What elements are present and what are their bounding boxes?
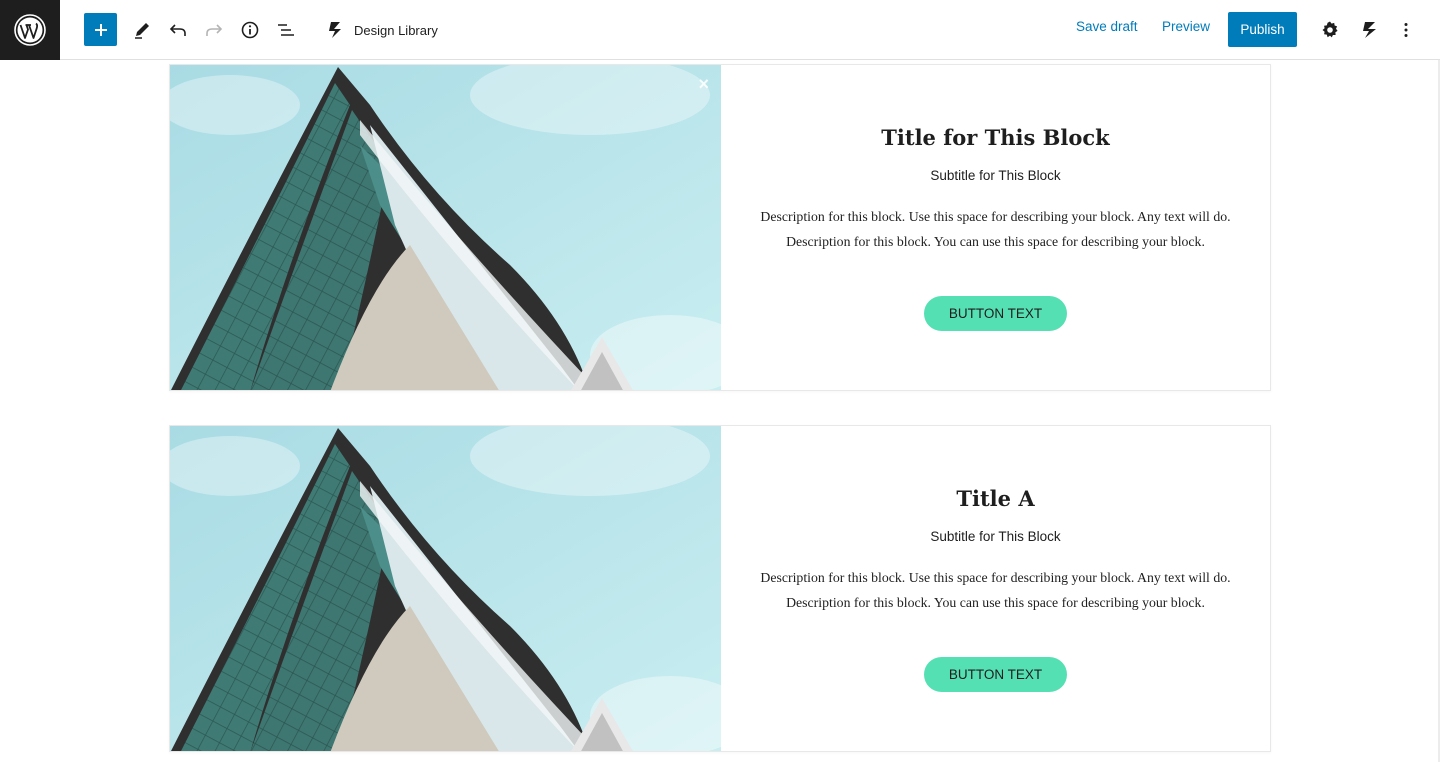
feature-block[interactable]: × Title for This Block Subtitle for This…: [169, 64, 1271, 391]
block-button[interactable]: BUTTON TEXT: [924, 296, 1067, 331]
redo-icon: [205, 23, 222, 36]
design-library-label: Design Library: [354, 22, 438, 38]
feature-image: [170, 426, 721, 751]
settings-button[interactable]: [1313, 13, 1346, 46]
stackable-icon: [1362, 21, 1376, 38]
feature-image: ×: [170, 65, 721, 390]
save-draft-button[interactable]: Save draft: [1076, 19, 1138, 34]
building-image: [170, 426, 721, 751]
editor-toolbar: Design Library Save draft Preview Publis…: [0, 0, 1440, 60]
gear-icon: [1322, 21, 1338, 37]
design-library-icon: [329, 22, 341, 38]
pencil-icon: [134, 22, 149, 39]
details-button[interactable]: [233, 13, 266, 46]
block-button[interactable]: BUTTON TEXT: [924, 657, 1067, 692]
block-description[interactable]: Description for this block. Use this spa…: [751, 565, 1240, 615]
undo-icon: [169, 23, 186, 36]
block-title[interactable]: Title A: [721, 486, 1270, 511]
design-library-button[interactable]: Design Library: [326, 15, 438, 45]
info-icon: [241, 21, 258, 38]
stackable-button[interactable]: [1353, 13, 1386, 46]
block-description[interactable]: Description for this block. Use this spa…: [751, 204, 1240, 254]
list-view-icon: [277, 23, 294, 36]
block-subtitle[interactable]: Subtitle for This Block: [721, 168, 1270, 183]
plus-icon: [94, 23, 107, 36]
feature-content: Title A Subtitle for This Block Descript…: [721, 426, 1270, 751]
publish-button[interactable]: Publish: [1228, 12, 1297, 47]
redo-button[interactable]: [197, 13, 230, 46]
preview-button[interactable]: Preview: [1162, 19, 1210, 34]
block-subtitle[interactable]: Subtitle for This Block: [721, 529, 1270, 544]
close-icon[interactable]: ×: [698, 75, 709, 93]
wordpress-logo[interactable]: [0, 0, 60, 60]
undo-button[interactable]: [161, 13, 194, 46]
edit-tool-button[interactable]: [125, 13, 158, 46]
building-image: [170, 65, 721, 390]
feature-content: Title for This Block Subtitle for This B…: [721, 65, 1270, 390]
block-title[interactable]: Title for This Block: [721, 125, 1270, 150]
add-block-button[interactable]: [84, 13, 117, 46]
wordpress-icon: [14, 14, 46, 46]
list-view-button[interactable]: [269, 13, 302, 46]
feature-block[interactable]: Title A Subtitle for This Block Descript…: [169, 425, 1271, 752]
vertical-ellipsis-icon: [1404, 22, 1407, 37]
more-options-button[interactable]: [1389, 13, 1422, 46]
